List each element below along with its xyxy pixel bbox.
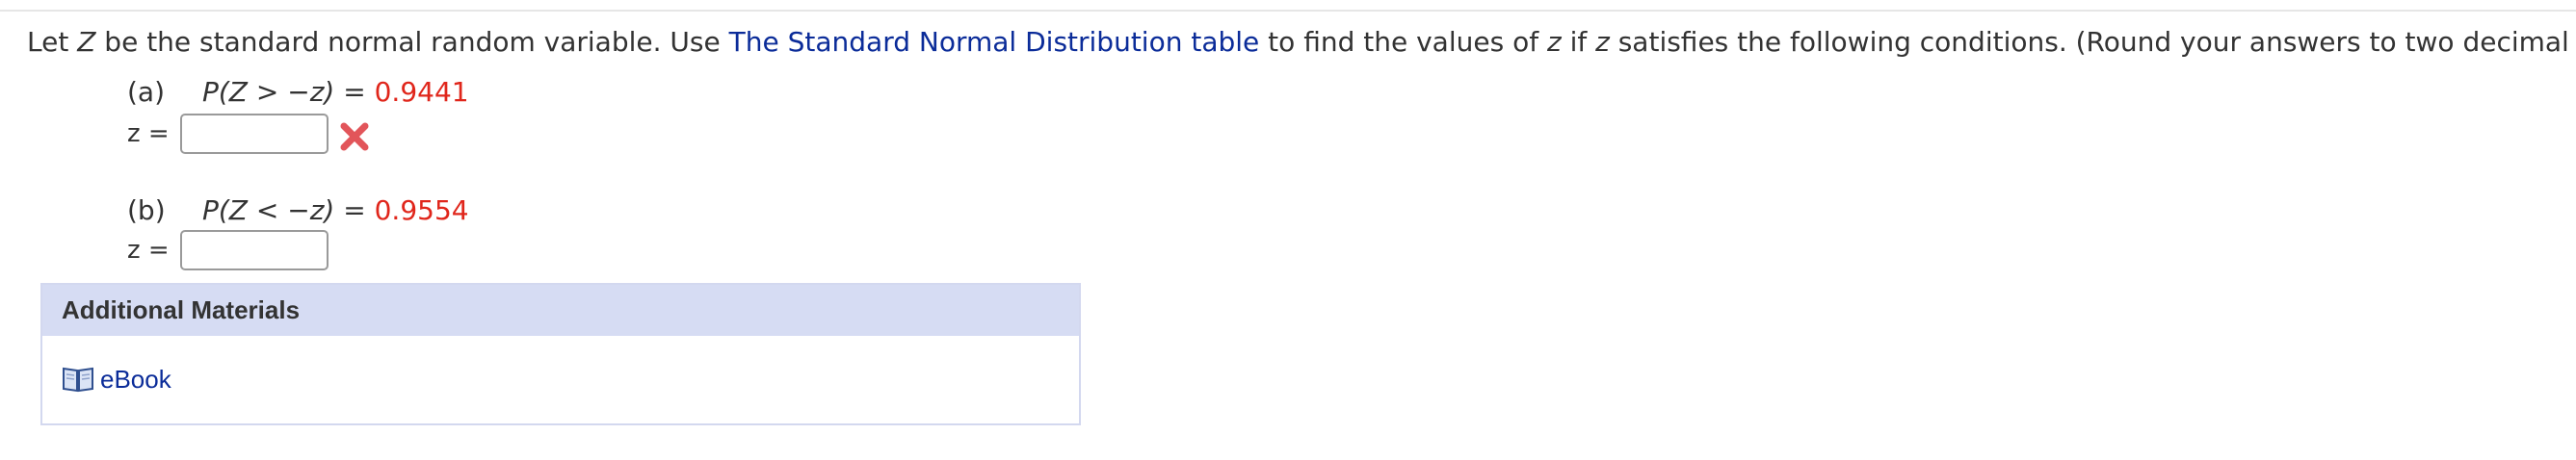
var-z: z [1546, 26, 1562, 58]
part-a-probability: P(Z > −z) = 0.9441 [202, 76, 469, 108]
question-intro: Let [27, 26, 78, 58]
additional-materials-header: Additional Materials [42, 285, 1079, 336]
part-b-label: (b) [127, 194, 166, 226]
part-a-value: 0.9441 [374, 76, 469, 108]
part-b-probability: P(Z < −z) = 0.9554 [202, 194, 469, 226]
part-a-heading: (a) P(Z > −z) = 0.9441 [127, 73, 469, 112]
part-a-z-label: z = [127, 119, 170, 148]
question-text-5: satisfies the following conditions. (Rou… [1617, 26, 2576, 58]
part-b-heading: (b) P(Z < −z) = 0.9554 [127, 192, 469, 230]
part-b-answer-input[interactable] [180, 230, 329, 270]
ebook-link[interactable]: eBook [62, 360, 171, 398]
top-divider [0, 0, 2576, 12]
question-text-4: if [1561, 26, 1596, 58]
part-b-z-label: z = [127, 236, 170, 265]
question-text-2: be the standard normal random variable. … [95, 26, 729, 58]
part-b-value: 0.9554 [374, 194, 469, 226]
ebook-label: eBook [100, 364, 171, 394]
var-z: z [1595, 26, 1610, 58]
question-text-3: to find the values of [1259, 26, 1547, 58]
part-a-answer-input[interactable] [180, 114, 329, 154]
part-a-label: (a) [127, 76, 166, 108]
book-icon [63, 367, 93, 393]
incorrect-x-icon [340, 122, 369, 151]
var-Z: Z [77, 26, 96, 58]
part-a-expression: P(Z > −z) = [202, 76, 375, 108]
normal-table-link[interactable]: The Standard Normal Distribution table [729, 26, 1260, 58]
question-text: Let Z be the standard normal random vari… [27, 19, 2576, 65]
part-b-expression: P(Z < −z) = [202, 194, 375, 226]
additional-materials-panel: Additional Materials eBook [40, 283, 1081, 425]
